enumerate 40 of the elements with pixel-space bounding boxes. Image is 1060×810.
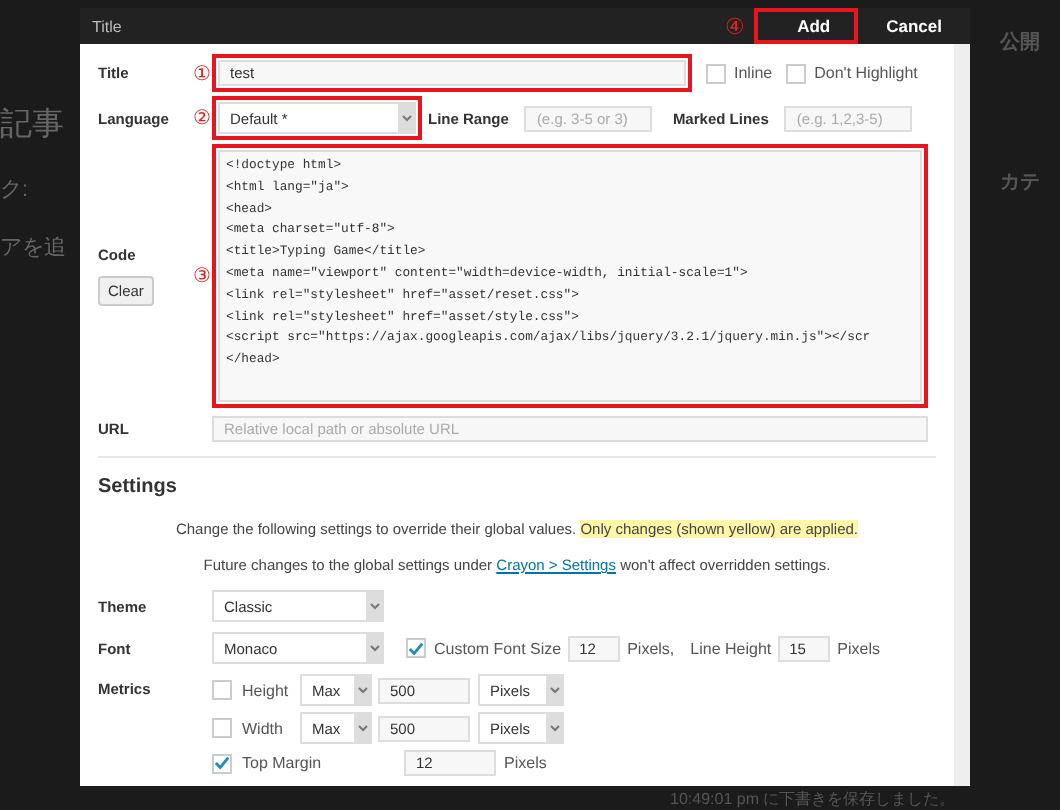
caret-icon — [357, 724, 367, 732]
checkbox[interactable] — [212, 680, 232, 700]
annotation-number: ④ — [725, 13, 746, 39]
checkbox-label: Top Margin — [242, 754, 324, 772]
checkbox-label: Width — [242, 719, 285, 737]
field-label: Line Height — [690, 639, 772, 657]
caret-icon — [369, 602, 379, 610]
checkbox-label: Don't Highlight — [814, 64, 918, 82]
caret-icon — [357, 686, 367, 694]
add-button[interactable]: Add — [753, 8, 859, 44]
checkbox[interactable] — [706, 63, 726, 83]
scrollbar[interactable] — [954, 44, 970, 786]
caret-icon — [549, 686, 559, 694]
annotation-number: ① — [192, 61, 212, 85]
background-text: ク: — [0, 176, 31, 204]
section-heading: Settings — [98, 476, 179, 498]
checkbox-label: Height — [242, 681, 291, 699]
unit-text: Pixels, — [627, 639, 675, 657]
caret-icon — [549, 724, 559, 732]
caret-icon — [401, 114, 411, 122]
background-text: アを追 — [0, 234, 66, 262]
dialog-title: Title — [92, 17, 124, 35]
checkbox-label: Inline — [734, 64, 773, 82]
checkbox-label: Custom Font Size — [434, 639, 562, 657]
checkbox[interactable] — [212, 753, 232, 773]
cancel-button[interactable]: Cancel — [858, 8, 970, 44]
caret-icon — [369, 644, 379, 652]
annotation-number: ③ — [192, 264, 212, 288]
background-text: カテ — [1000, 170, 1040, 196]
check-icon — [408, 639, 424, 657]
check-icon — [214, 754, 230, 772]
checkbox[interactable] — [406, 638, 426, 658]
checkbox[interactable] — [786, 63, 807, 83]
unit-text: Pixels — [504, 754, 547, 772]
background-text: 記事 — [0, 105, 66, 146]
checkbox[interactable] — [212, 718, 232, 738]
unit-text: Pixels — [837, 639, 880, 657]
status-text: 10:49:01 pm に下書きを保存しました。 — [670, 788, 956, 810]
annotation-number: ② — [192, 106, 212, 130]
background-text: 公開 — [1000, 29, 1040, 56]
